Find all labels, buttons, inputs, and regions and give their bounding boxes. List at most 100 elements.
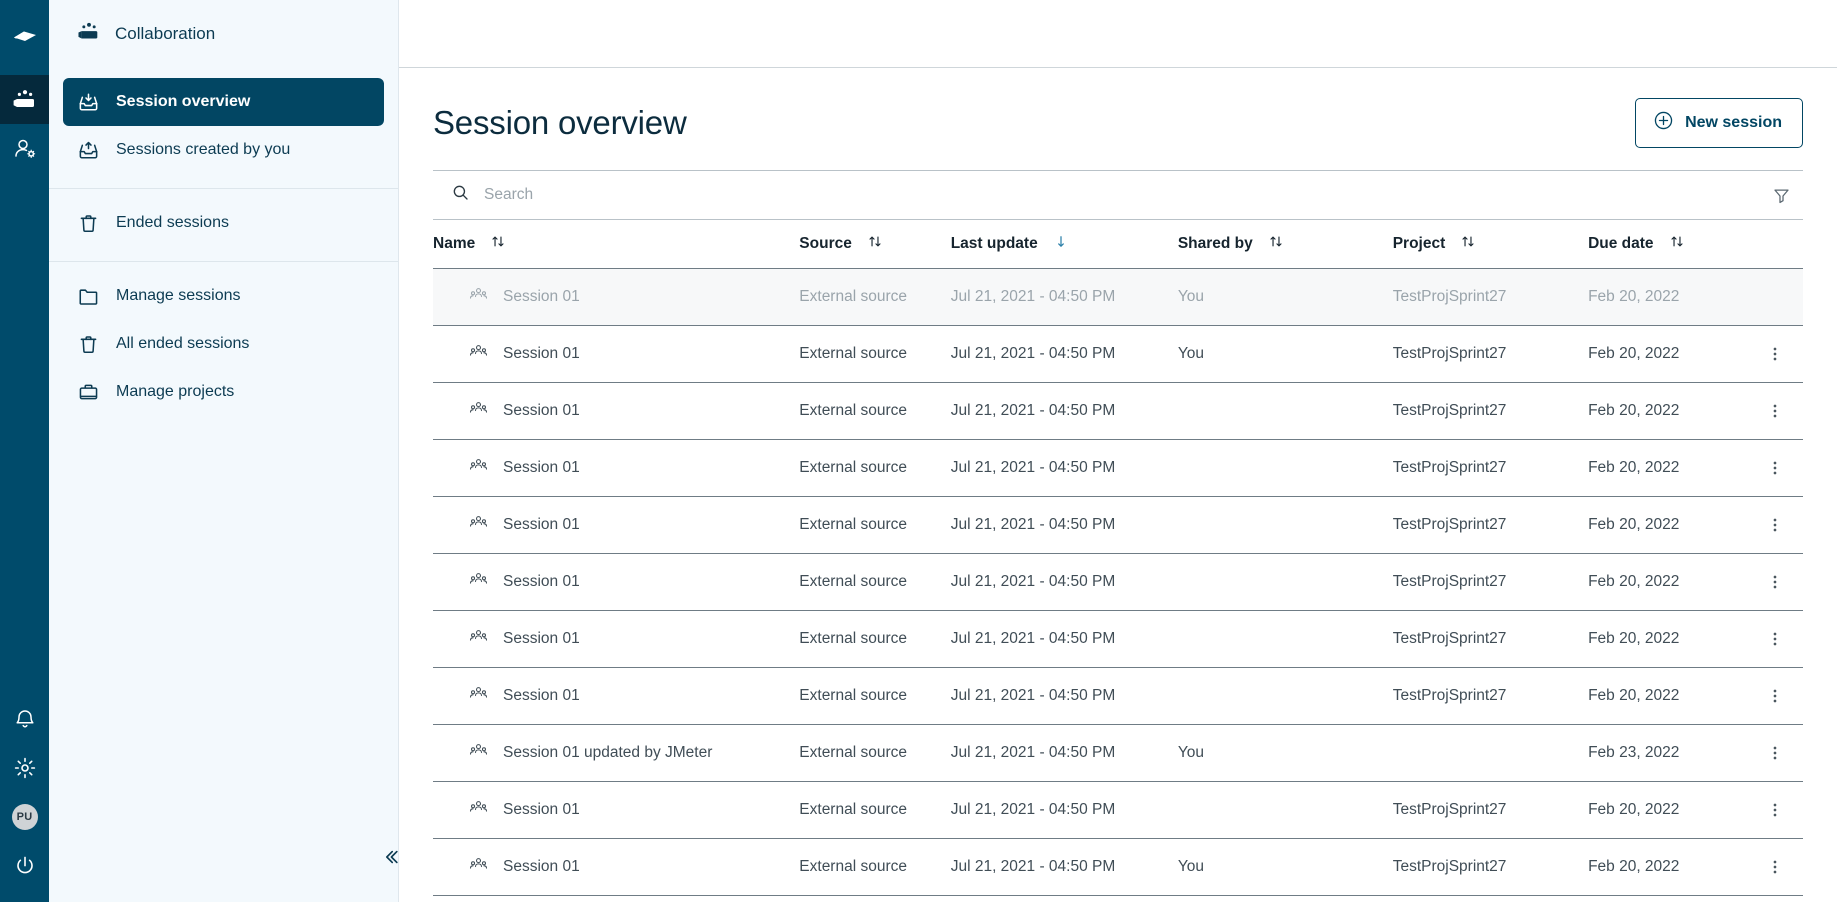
group-icon (469, 855, 488, 879)
cell-actions[interactable] (1746, 553, 1803, 611)
sidebar-group-2: Ended sessions (49, 188, 398, 261)
table-row[interactable]: Session 01 External source Jul 21, 2021 - … (433, 667, 1803, 725)
cell-source: External source (799, 667, 951, 725)
app-logo-icon[interactable] (0, 12, 49, 61)
cell-project: TestProjSprint27 (1392, 781, 1589, 839)
cell-actions[interactable] (1746, 496, 1803, 554)
cell-actions[interactable] (1746, 610, 1803, 668)
column-label: Shared by (1177, 235, 1253, 252)
row-menu-icon[interactable] (1747, 688, 1803, 704)
sidebar-item-sessions-created-by-you[interactable]: Sessions created by you (63, 126, 384, 174)
group-icon (469, 399, 488, 423)
session-name: Session 01 (503, 687, 580, 704)
cell-shared-by (1177, 667, 1393, 725)
app-root: PU Collaboration Session overview Sessio… (0, 0, 1837, 902)
row-menu-icon[interactable] (1747, 403, 1803, 419)
table-row[interactable]: Session 01 updated by JMeterExternal sou… (433, 895, 1803, 902)
cell-actions[interactable] (1746, 724, 1803, 782)
cell-source: External source (799, 610, 951, 668)
cell-due-date: Feb 23, 2022 (1588, 895, 1747, 902)
sidebar-item-all-ended-sessions[interactable]: All ended sessions (63, 320, 384, 368)
cell-due-date: Feb 20, 2022 (1588, 838, 1747, 896)
cell-source: External source (799, 781, 951, 839)
group-icon (469, 684, 488, 708)
row-menu-icon[interactable] (1747, 346, 1803, 362)
row-menu-icon[interactable] (1747, 460, 1803, 476)
cell-shared-by (1177, 553, 1393, 611)
sort-both-icon[interactable] (868, 234, 882, 254)
column-header-due-date[interactable]: Due date (1588, 220, 1747, 269)
sort-both-icon[interactable] (1461, 234, 1475, 254)
profile-avatar[interactable]: PU (0, 792, 49, 841)
new-session-button[interactable]: New session (1635, 98, 1803, 148)
table-row[interactable]: Session 01 External source Jul 21, 2021 - … (433, 838, 1803, 896)
sidebar-item-manage-projects[interactable]: Manage projects (63, 368, 384, 416)
search-input[interactable] (484, 186, 1752, 204)
row-menu-icon[interactable] (1747, 802, 1803, 818)
row-menu-icon[interactable] (1747, 859, 1803, 875)
table-row[interactable]: Session 01 External source Jul 21, 2021 - … (433, 781, 1803, 839)
cell-last-update: Jul 21, 2021 - 04:50 PM (950, 610, 1178, 668)
cell-project: TestProjSprint27 (1392, 496, 1589, 554)
column-label: Source (799, 235, 852, 252)
cell-actions[interactable] (1746, 439, 1803, 497)
table-row[interactable]: Session 01 External source Jul 21, 2021 - … (433, 553, 1803, 611)
trash-icon (77, 212, 100, 235)
sidebar-item-session-overview[interactable]: Session overview (63, 78, 384, 126)
sidebar-collapse-button[interactable] (375, 841, 407, 878)
cell-name: Session 01 (433, 496, 800, 554)
session-name: Session 01 (503, 288, 580, 305)
logout-power-icon[interactable] (0, 841, 49, 890)
cell-name: Session 01 (433, 838, 800, 896)
cell-shared-by (1177, 382, 1393, 440)
table-row[interactable]: Session 01 updated by JMeterExternal sou… (433, 724, 1803, 782)
table-row[interactable]: Session 01 External source Jul 21, 2021 - … (433, 382, 1803, 440)
cell-actions[interactable] (1746, 667, 1803, 725)
column-header-name[interactable]: Name (433, 220, 800, 269)
inbox-upload-icon (77, 139, 100, 162)
row-menu-icon[interactable] (1747, 517, 1803, 533)
row-menu-icon[interactable] (1747, 574, 1803, 590)
cell-actions[interactable] (1746, 325, 1803, 383)
notifications-bell-icon[interactable] (0, 694, 49, 743)
sidebar-item-ended-sessions[interactable]: Ended sessions (63, 199, 384, 247)
cell-last-update: Jul 21, 2021 - 04:50 PM (950, 382, 1178, 440)
table-row[interactable]: Session 01 External source Jul 21, 2021 - … (433, 325, 1803, 383)
table-row[interactable]: Session 01 External source Jul 21, 2021 - … (433, 269, 1803, 326)
row-menu-icon[interactable] (1747, 745, 1803, 761)
column-header-source[interactable]: Source (799, 220, 951, 269)
column-header-last-update[interactable]: Last update (950, 220, 1178, 269)
table-body-scroll[interactable]: Session 01 External source Jul 21, 2021 - … (433, 269, 1803, 902)
cell-last-update: Jul 21, 2021 - 04:50 PM (950, 895, 1178, 902)
cell-name: Session 01 (433, 781, 800, 839)
column-header-shared-by[interactable]: Shared by (1177, 220, 1393, 269)
cell-name: Session 01 (433, 325, 800, 383)
cell-project: TestProjSprint27 (1392, 838, 1589, 896)
table-row[interactable]: Session 01 External source Jul 21, 2021 - … (433, 610, 1803, 668)
sort-both-icon[interactable] (491, 234, 505, 254)
cell-actions[interactable] (1746, 895, 1803, 902)
search-icon (451, 183, 470, 207)
column-header-project[interactable]: Project (1392, 220, 1589, 269)
cell-actions[interactable] (1746, 781, 1803, 839)
session-name: Session 01 updated by JMeter (503, 744, 713, 761)
rail-item-user-settings[interactable] (0, 124, 49, 173)
cell-actions[interactable] (1746, 382, 1803, 440)
filter-icon[interactable] (1766, 180, 1797, 211)
sort-desc-active-icon[interactable] (1054, 234, 1068, 254)
cell-shared-by: You (1177, 895, 1393, 902)
table-row[interactable]: Session 01 External source Jul 21, 2021 - … (433, 439, 1803, 497)
cell-actions[interactable] (1746, 838, 1803, 896)
sort-both-icon[interactable] (1670, 234, 1684, 254)
column-label: Name (433, 235, 476, 252)
rail-item-collaboration[interactable] (0, 75, 49, 124)
row-menu-icon[interactable] (1747, 631, 1803, 647)
table-row[interactable]: Session 01 External source Jul 21, 2021 - … (433, 496, 1803, 554)
avatar-initials: PU (11, 803, 38, 830)
session-name: Session 01 (503, 573, 580, 590)
settings-gear-icon[interactable] (0, 743, 49, 792)
sidebar-item-manage-sessions[interactable]: Manage sessions (63, 272, 384, 320)
sort-both-icon[interactable] (1269, 234, 1283, 254)
column-label: Last update (950, 235, 1038, 252)
sidebar-item-label: Ended sessions (116, 214, 229, 231)
